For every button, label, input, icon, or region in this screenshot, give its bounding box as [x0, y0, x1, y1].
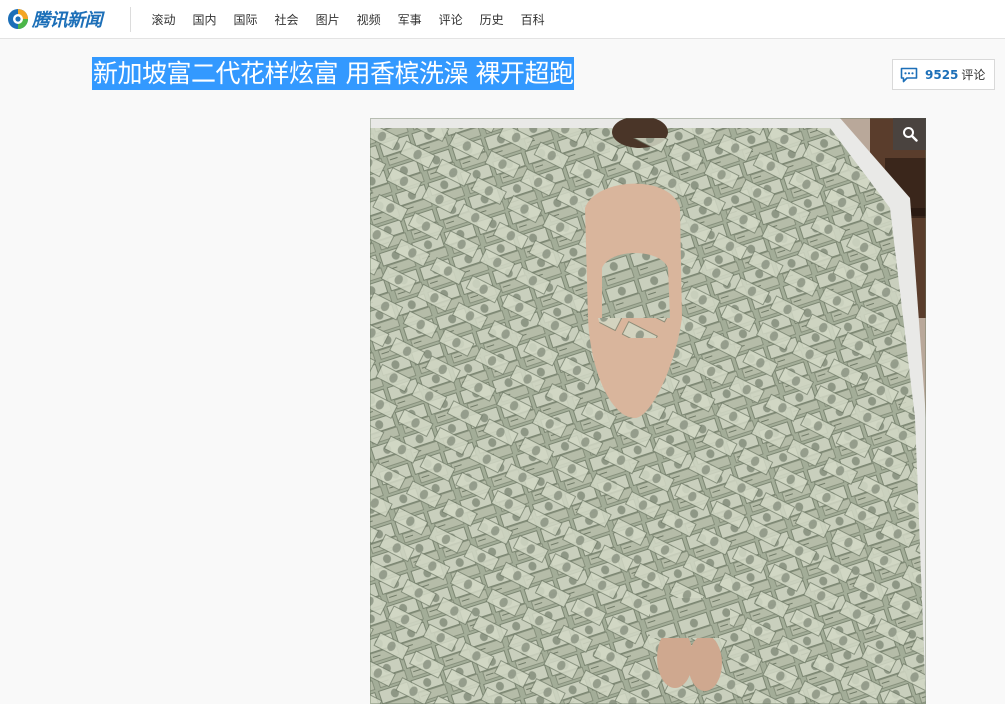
tencent-news-logo-icon	[8, 9, 28, 29]
nav-item-encyclopedia[interactable]: 百科	[521, 11, 545, 28]
nav-item-society[interactable]: 社会	[275, 11, 299, 28]
nav-item-history[interactable]: 历史	[480, 11, 504, 28]
nav-item-international[interactable]: 国际	[234, 11, 258, 28]
article-photo[interactable]	[370, 118, 926, 704]
nav-item-military[interactable]: 军事	[398, 11, 422, 28]
zoom-button[interactable]	[893, 118, 926, 150]
comment-label: 评论	[961, 68, 986, 82]
nav-item-video[interactable]: 视频	[357, 11, 381, 28]
speech-bubble-icon	[900, 67, 918, 82]
nav-item-commentary[interactable]: 评论	[439, 11, 463, 28]
nav-item-domestic[interactable]: 国内	[193, 11, 217, 28]
nav-item-scroll[interactable]: 滚动	[152, 11, 176, 28]
comment-count-button[interactable]: 9525 评论	[892, 59, 995, 90]
header-divider	[130, 7, 131, 32]
site-logo[interactable]: 腾讯新闻	[7, 7, 103, 31]
photo-illustration	[370, 118, 926, 704]
article-title[interactable]: 新加坡富二代花样炫富 用香槟洗澡 裸开超跑	[92, 57, 575, 90]
logo-text: 腾讯新闻	[32, 10, 103, 31]
comment-count: 9525	[925, 67, 959, 82]
magnifier-icon	[902, 127, 918, 142]
nav-item-pictures[interactable]: 图片	[316, 11, 340, 28]
channel-nav: 滚动 国内 国际 社会 图片 视频 军事 评论 历史 百科	[143, 0, 553, 38]
top-navigation-bar: 腾讯新闻 滚动 国内 国际 社会 图片 视频 军事 评论 历史 百科	[0, 0, 1005, 39]
